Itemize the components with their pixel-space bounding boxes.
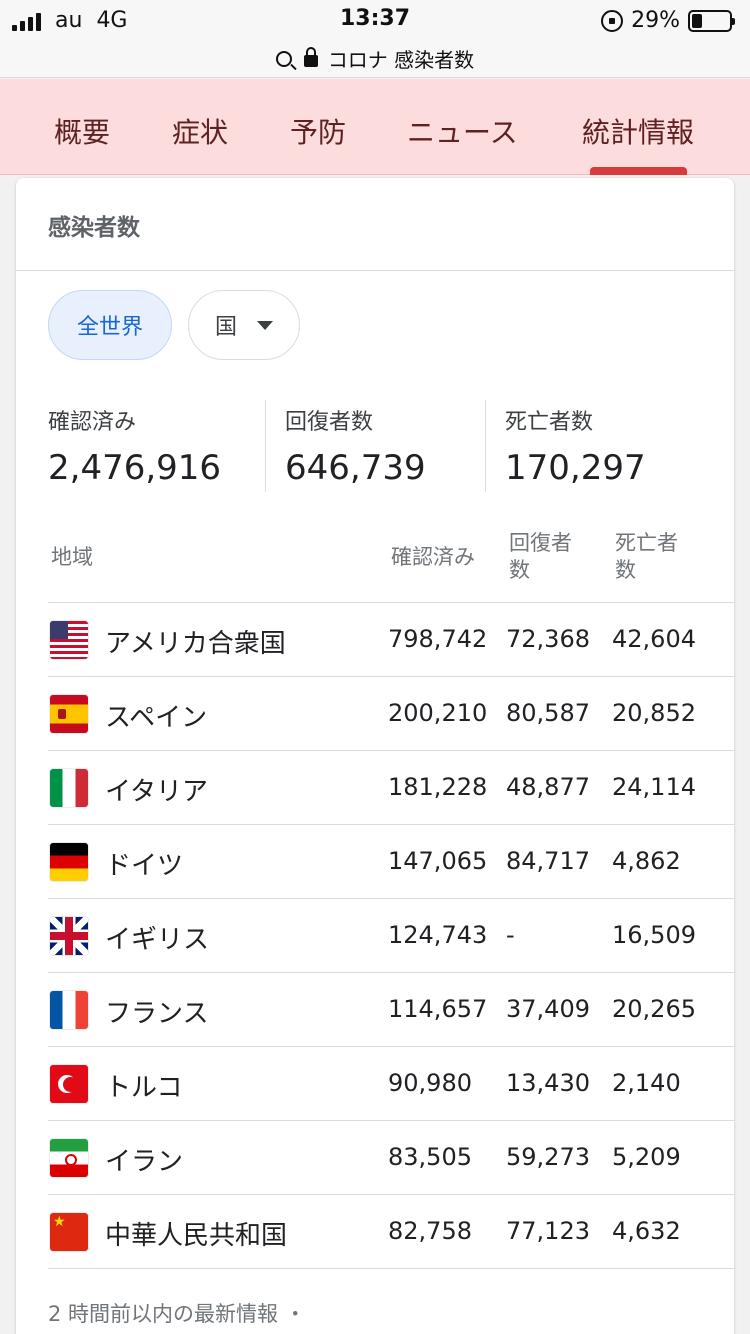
stat-deaths-value: 170,297: [505, 448, 646, 488]
row-confirmed: 200,210: [388, 699, 488, 727]
row-deaths: 42,604: [612, 625, 696, 653]
row-recovered: 13,430: [506, 1069, 590, 1097]
chip-country-label: 国: [214, 315, 237, 340]
stat-recovered-value: 646,739: [285, 448, 426, 488]
france-flag-icon: [50, 991, 88, 1029]
chip-country-dropdown[interactable]: 国: [188, 290, 300, 360]
row-confirmed: 82,758: [388, 1217, 472, 1245]
turkey-flag-icon: [50, 1065, 88, 1103]
uk-flag-icon: [50, 917, 88, 955]
tab-news[interactable]: ニュース: [407, 111, 518, 151]
row-recovered: 77,123: [506, 1217, 590, 1245]
row-recovered: 84,717: [506, 847, 590, 875]
table-row[interactable]: イギリス 124,743 - 16,509: [48, 899, 734, 973]
row-region-name: フランス: [105, 999, 209, 1029]
row-deaths: 4,862: [612, 847, 681, 875]
row-region-name: イタリア: [105, 777, 208, 807]
chip-worldwide-label: 全世界: [76, 315, 143, 340]
header-recovered-line2: 数: [509, 558, 530, 582]
row-deaths: 20,265: [612, 995, 696, 1023]
row-confirmed: 90,980: [388, 1069, 472, 1097]
card-divider: [16, 270, 734, 271]
header-recovered[interactable]: 回復者 数: [509, 530, 572, 584]
active-tab-indicator: [590, 167, 687, 175]
header-deaths-line2: 数: [615, 558, 636, 582]
table-row[interactable]: アメリカ合衆国 798,742 72,368 42,604: [48, 603, 734, 677]
row-deaths: 5,209: [612, 1143, 681, 1171]
table-header: 地域 確認済み 回復者 数 死亡者 数: [48, 530, 734, 602]
rotation-lock-icon: [601, 9, 624, 32]
table-row[interactable]: イタリア 181,228 48,877 24,114: [48, 751, 734, 825]
stat-recovered: 回復者数 646,739: [285, 404, 426, 488]
battery-percent: 29%: [631, 8, 680, 33]
tab-overview[interactable]: 概要: [54, 111, 110, 151]
us-flag-icon: [50, 621, 88, 659]
last-updated-note: 2 時間前以内の最新情報 ・: [48, 1302, 306, 1326]
tab-prevention[interactable]: 予防: [290, 111, 346, 151]
tab-symptoms[interactable]: 症状: [172, 111, 228, 151]
chip-worldwide[interactable]: 全世界: [48, 290, 172, 360]
row-deaths: 4,632: [612, 1217, 681, 1245]
iran-flag-icon: [50, 1139, 88, 1177]
row-confirmed: 147,065: [388, 847, 488, 875]
table-row[interactable]: イラン 83,505 59,273 5,209: [48, 1121, 734, 1195]
row-region-name: ドイツ: [105, 851, 184, 881]
lock-icon: [303, 46, 318, 67]
url-bar[interactable]: コロナ 感染者数: [0, 40, 750, 78]
row-confirmed: 114,657: [388, 995, 488, 1023]
header-deaths[interactable]: 死亡者 数: [615, 530, 678, 584]
stat-confirmed: 確認済み 2,476,916: [48, 404, 221, 488]
cases-card: 感染者数 全世界 国 確認済み 2,476,916 回復者数 646,739 死…: [16, 178, 734, 1334]
header-region[interactable]: 地域: [51, 544, 93, 571]
row-region-name: スペイン: [105, 703, 208, 733]
china-flag-icon: [50, 1213, 88, 1251]
stat-deaths-label: 死亡者数: [505, 410, 594, 435]
row-recovered: 72,368: [506, 625, 590, 653]
row-deaths: 16,509: [612, 921, 696, 949]
row-deaths: 24,114: [612, 773, 696, 801]
dropdown-caret-icon: [257, 320, 273, 330]
stat-deaths: 死亡者数 170,297: [505, 404, 646, 488]
stat-confirmed-value: 2,476,916: [48, 448, 222, 488]
row-region-name: 中華人民共和国: [105, 1221, 288, 1251]
row-recovered: 59,273: [506, 1143, 590, 1171]
row-region-name: アメリカ合衆国: [105, 629, 286, 659]
card-title: 感染者数: [48, 215, 140, 241]
stat-separator: [265, 400, 266, 492]
tab-statistics[interactable]: 統計情報: [582, 111, 694, 151]
stat-recovered-label: 回復者数: [285, 410, 374, 435]
header-recovered-line1: 回復者: [509, 531, 572, 555]
header-deaths-line1: 死亡者: [615, 531, 678, 555]
row-confirmed: 181,228: [388, 773, 488, 801]
header-confirmed[interactable]: 確認済み: [391, 544, 475, 571]
table-row[interactable]: フランス 114,657 37,409 20,265: [48, 973, 734, 1047]
row-deaths: 20,852: [612, 699, 696, 727]
row-region-name: イギリス: [105, 925, 210, 955]
germany-flag-icon: [50, 843, 88, 881]
stat-confirmed-label: 確認済み: [48, 410, 137, 435]
row-recovered: 48,877: [506, 773, 590, 801]
table-row[interactable]: トルコ 90,980 13,430 2,140: [48, 1047, 734, 1121]
row-confirmed: 83,505: [388, 1143, 472, 1171]
table-row[interactable]: スペイン 200,210 80,587 20,852: [48, 677, 734, 751]
spain-flag-icon: [50, 695, 88, 733]
search-icon: [275, 50, 292, 67]
row-recovered: -: [506, 921, 515, 949]
row-confirmed: 798,742: [388, 625, 488, 653]
row-confirmed: 124,743: [388, 921, 488, 949]
table-row[interactable]: ドイツ 147,065 84,717 4,862: [48, 825, 734, 899]
row-recovered: 80,587: [506, 699, 590, 727]
status-right: 29%: [601, 8, 735, 33]
row-recovered: 37,409: [506, 995, 590, 1023]
row-deaths: 2,140: [612, 1069, 681, 1097]
battery-icon: [688, 9, 735, 32]
row-region-name: イラン: [105, 1147, 184, 1177]
tab-bar: 概要 症状 予防 ニュース 統計情報: [0, 79, 750, 175]
italy-flag-icon: [50, 769, 88, 807]
table-row[interactable]: 中華人民共和国 82,758 77,123 4,632: [48, 1195, 734, 1269]
url-text: コロナ 感染者数: [327, 48, 475, 72]
status-bar: au 4G 13:37 29%: [0, 0, 750, 40]
stat-separator: [485, 400, 486, 492]
row-region-name: トルコ: [105, 1073, 183, 1103]
